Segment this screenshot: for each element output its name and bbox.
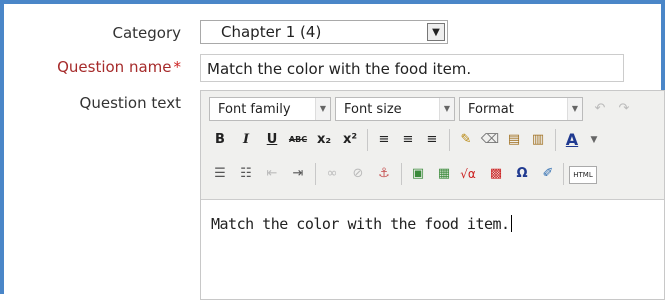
category-select[interactable]: Chapter 1 (4) ▼ <box>200 20 448 44</box>
question-text-label: Question text <box>79 94 181 112</box>
chevron-down-icon: ▼ <box>567 98 582 120</box>
toolbar-divider <box>315 163 316 185</box>
italic-button[interactable]: I <box>235 129 257 151</box>
subscript-button[interactable]: x₂ <box>313 129 335 151</box>
align-left-icon[interactable]: ≡ <box>373 129 395 151</box>
bold-button[interactable]: B <box>209 129 231 151</box>
numbered-list-icon[interactable]: ☷ <box>235 163 257 185</box>
chevron-down-icon[interactable]: ▼ <box>583 129 605 151</box>
font-size-dropdown[interactable]: Font size ▼ <box>335 97 455 121</box>
indent-icon[interactable]: ⇥ <box>287 163 309 185</box>
category-label: Category <box>112 24 181 42</box>
editor-content[interactable]: Match the color with the food item. <box>211 215 512 233</box>
image-icon[interactable]: ▣ <box>407 163 429 185</box>
chevron-down-icon: ▼ <box>315 98 330 120</box>
special-character-icon[interactable]: Ω <box>511 163 533 185</box>
underline-button[interactable]: U <box>261 129 283 151</box>
paint-brush-icon[interactable]: ✎ <box>455 129 477 151</box>
align-center-icon[interactable]: ≡ <box>397 129 419 151</box>
unlink-icon[interactable]: ⊘ <box>347 163 369 185</box>
toolbar-divider <box>555 129 556 151</box>
toolbar-divider <box>367 129 368 151</box>
anchor-icon[interactable]: ⚓ <box>373 163 395 185</box>
editor-toolbar: Font family ▼ Font size ▼ Format ▼ ↶ ↷ B… <box>201 91 664 200</box>
question-text-editor[interactable]: Font family ▼ Font size ▼ Format ▼ ↶ ↷ B… <box>200 90 665 300</box>
chevron-down-icon[interactable]: ▼ <box>427 23 445 41</box>
html-source-button[interactable]: HTML <box>569 166 597 184</box>
outdent-icon[interactable]: ⇤ <box>261 163 283 185</box>
toolbar-divider <box>401 163 402 185</box>
font-family-dropdown[interactable]: Font family ▼ <box>209 97 331 121</box>
align-right-icon[interactable]: ≡ <box>421 129 443 151</box>
chevron-down-icon: ▼ <box>439 98 454 120</box>
format-dropdown[interactable]: Format ▼ <box>459 97 583 121</box>
nonbreaking-icon[interactable]: ▩ <box>485 163 507 185</box>
required-asterisk: * <box>173 58 182 76</box>
equation-icon[interactable]: √α <box>457 163 479 185</box>
undo-icon[interactable]: ↶ <box>589 98 611 120</box>
category-value: Chapter 1 (4) <box>221 23 322 41</box>
media-icon[interactable]: ▦ <box>433 163 455 185</box>
question-name-input[interactable]: Match the color with the food item. <box>200 54 624 82</box>
question-name-label: Question name * <box>57 58 182 76</box>
text-caret <box>510 215 512 232</box>
redo-icon[interactable]: ↷ <box>613 98 635 120</box>
superscript-button[interactable]: x² <box>339 129 361 151</box>
question-form: Category Chapter 1 (4) ▼ Question name * … <box>0 0 665 300</box>
link-icon[interactable]: ∞ <box>321 163 343 185</box>
eraser-icon[interactable]: ⌫ <box>479 129 501 151</box>
text-color-icon[interactable]: A <box>561 129 583 151</box>
strikethrough-button[interactable]: ABC <box>287 129 309 151</box>
toolbar-divider <box>563 163 564 185</box>
edit-icon[interactable]: ✐ <box>537 163 559 185</box>
bullet-list-icon[interactable]: ☰ <box>209 163 231 185</box>
paste-text-icon[interactable]: ▤ <box>503 129 525 151</box>
paste-word-icon[interactable]: ▥ <box>527 129 549 151</box>
toolbar-divider <box>449 129 450 151</box>
